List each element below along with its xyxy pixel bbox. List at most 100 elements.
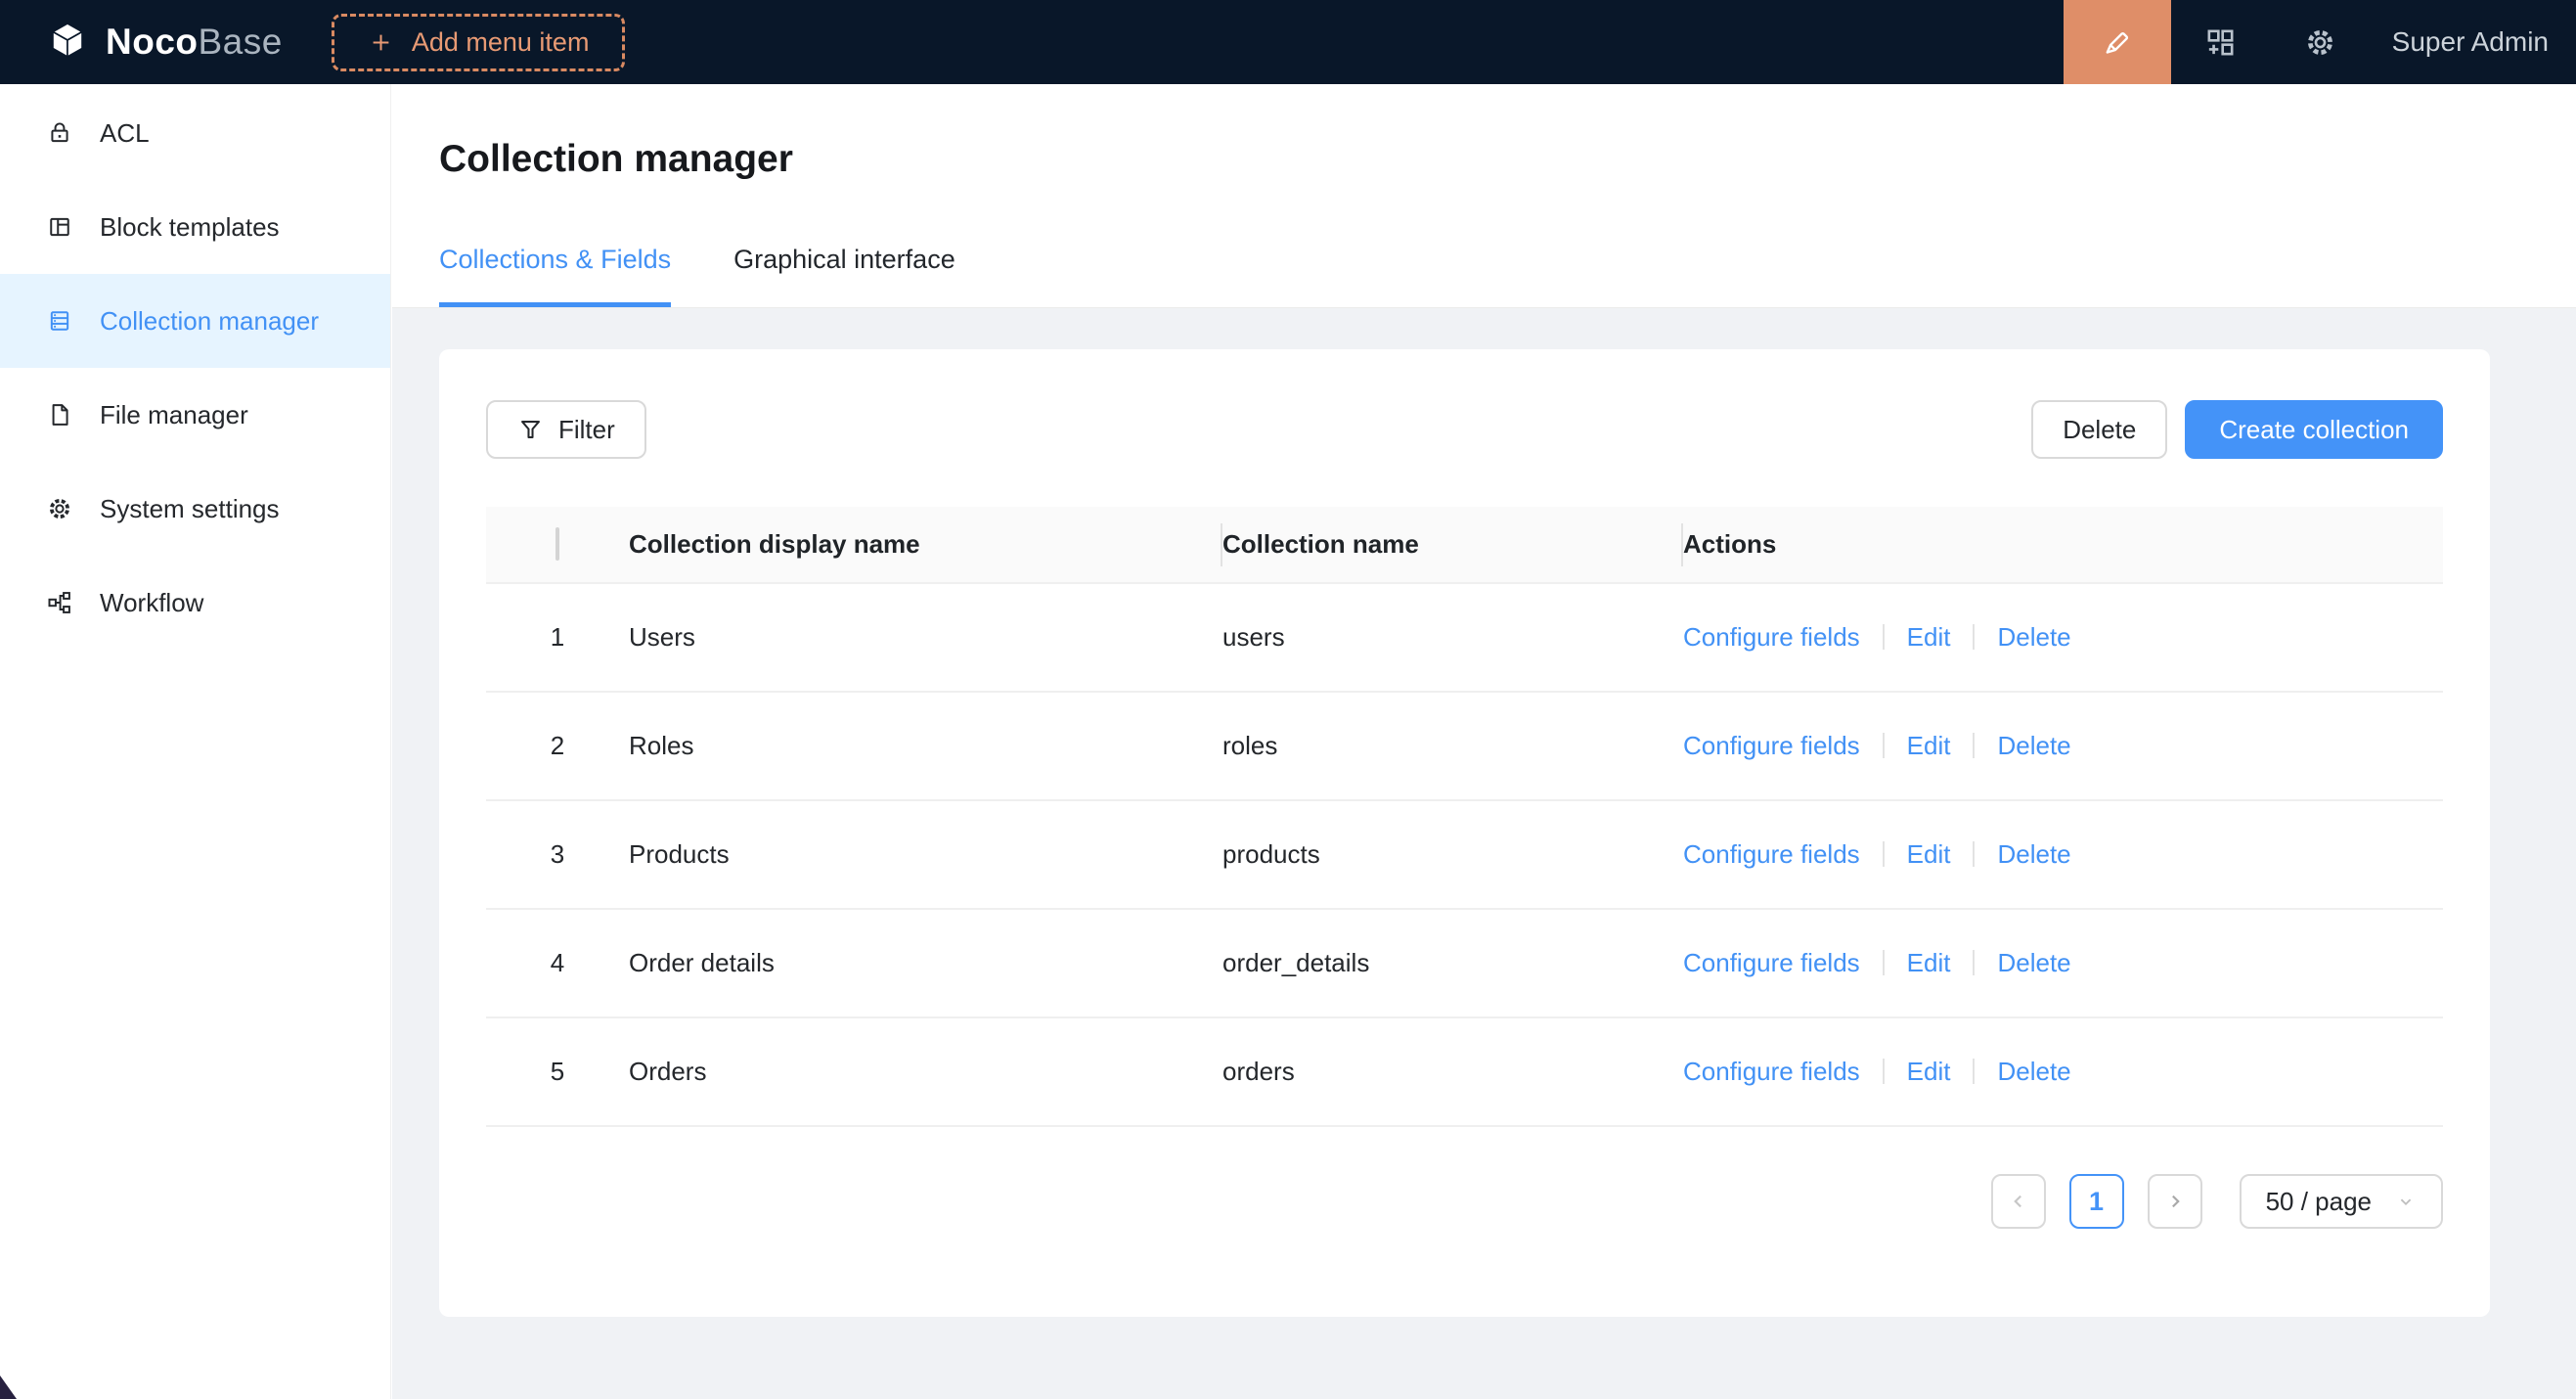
gear-icon xyxy=(46,495,73,522)
cell-actions: Configure fields Edit Delete xyxy=(1683,1017,2443,1126)
tab-graphical-interface[interactable]: Graphical interface xyxy=(733,243,955,307)
action-divider xyxy=(1973,733,1975,758)
sidebar-item-label: File manager xyxy=(100,400,248,430)
action-divider xyxy=(1973,624,1975,650)
gear-icon xyxy=(2303,25,2337,60)
toolbar-right: Delete Create collection xyxy=(2031,400,2443,459)
delete-link[interactable]: Delete xyxy=(1997,839,2070,869)
edit-link[interactable]: Edit xyxy=(1907,948,1951,977)
page-size-select[interactable]: 50 / page xyxy=(2240,1174,2443,1229)
delete-link[interactable]: Delete xyxy=(1997,731,2070,760)
page-header: Collection manager Collections & Fields … xyxy=(392,84,2576,308)
workflow-icon xyxy=(46,589,73,616)
cell-display-name: Users xyxy=(629,583,1222,692)
cell-display-name: Roles xyxy=(629,692,1222,800)
chevron-right-icon xyxy=(2162,1189,2188,1214)
cell-actions: Configure fields Edit Delete xyxy=(1683,583,2443,692)
edit-link[interactable]: Edit xyxy=(1907,1057,1951,1086)
add-menu-item-label: Add menu item xyxy=(412,27,590,58)
cell-collection-name: orders xyxy=(1222,1017,1683,1126)
next-page-button[interactable] xyxy=(2148,1174,2202,1229)
topbar: NocoBase Add menu item xyxy=(0,0,2576,84)
sidebar: ACL Block templates Collection manager F… xyxy=(0,84,391,1399)
table-row: 2 Roles roles Configure fieldsEditDelete xyxy=(486,692,2443,800)
sidebar-item-collection-manager[interactable]: Collection manager xyxy=(0,274,390,368)
sidebar-item-label: ACL xyxy=(100,118,150,149)
main-area: Collection manager Collections & Fields … xyxy=(392,84,2576,1399)
cell-collection-name: products xyxy=(1222,800,1683,909)
pagination: 1 50 / page xyxy=(486,1174,2443,1229)
table-row: 5 Orders orders Configure fields Edit Dele… xyxy=(486,1017,2443,1126)
blocks-add-icon xyxy=(2203,25,2238,60)
plugins-button[interactable] xyxy=(2171,0,2271,84)
action-divider xyxy=(1973,950,1975,975)
page-title: Collection manager xyxy=(439,137,2529,182)
filter-icon xyxy=(517,417,544,443)
user-menu[interactable]: Super Admin xyxy=(2392,26,2549,58)
nocobase-logo[interactable]: NocoBase xyxy=(0,20,283,65)
database-icon xyxy=(46,307,73,335)
cursor-artifact xyxy=(0,1376,17,1399)
topbar-actions: Super Admin xyxy=(2064,0,2576,84)
tab-collections-and-fields[interactable]: Collections & Fields xyxy=(439,243,671,307)
content-area: Filter Delete Create collection xyxy=(392,308,2576,1399)
sidebar-item-label: Collection manager xyxy=(100,306,319,337)
cell-display-name: Order details xyxy=(629,909,1222,1017)
collections-card: Filter Delete Create collection xyxy=(439,349,2490,1317)
row-index: 5 xyxy=(486,1017,629,1126)
cell-actions: Configure fields Edit Delete xyxy=(1683,800,2443,909)
configure-fields-link[interactable]: Configure fields xyxy=(1683,1057,1860,1086)
sidebar-item-workflow[interactable]: Workflow xyxy=(0,556,390,650)
delete-button[interactable]: Delete xyxy=(2031,400,2167,459)
cube-logo-icon xyxy=(45,20,90,65)
edit-link[interactable]: Edit xyxy=(1907,839,1951,869)
sidebar-item-label: Workflow xyxy=(100,588,203,618)
cell-collection-name: users xyxy=(1222,583,1683,692)
select-all-checkbox[interactable] xyxy=(555,527,559,561)
delete-link[interactable]: Delete xyxy=(1997,948,2070,977)
delete-link[interactable]: Delete xyxy=(1997,622,2070,652)
chevron-left-icon xyxy=(2006,1189,2031,1214)
collections-table: Collection display name Collection name … xyxy=(486,507,2443,1127)
sidebar-item-label: System settings xyxy=(100,494,280,524)
row-index: 2 xyxy=(486,692,629,800)
tab-label: Collections & Fields xyxy=(439,245,671,274)
chevron-down-icon xyxy=(2395,1191,2417,1212)
action-divider xyxy=(1973,841,1975,867)
sidebar-item-block-templates[interactable]: Block templates xyxy=(0,180,390,274)
configure-fields-link[interactable]: Configure fields xyxy=(1683,622,1860,652)
cell-actions: Configure fields Edit Delete xyxy=(1683,692,2443,800)
add-menu-item-button[interactable]: Add menu item xyxy=(332,14,626,71)
action-divider xyxy=(1883,733,1885,758)
table-row: 1 Users users Configure fields Edit Delete xyxy=(486,583,2443,692)
page-number-button[interactable]: 1 xyxy=(2069,1174,2124,1229)
cell-display-name: Products xyxy=(629,800,1222,909)
header-checkbox-cell xyxy=(486,507,629,583)
card-toolbar: Filter Delete Create collection xyxy=(486,349,2443,459)
delete-link[interactable]: Delete xyxy=(1997,1057,2070,1086)
logo-base: Base xyxy=(199,22,283,62)
configure-fields-link[interactable]: Configure fields xyxy=(1683,839,1860,869)
table-row: 4 Order details order_details Configure … xyxy=(486,909,2443,1017)
create-collection-button[interactable]: Create collection xyxy=(2185,400,2443,459)
sidebar-item-system-settings[interactable]: System settings xyxy=(0,462,390,556)
ui-editor-button[interactable] xyxy=(2064,0,2171,84)
edit-link[interactable]: Edit xyxy=(1907,622,1951,652)
action-divider xyxy=(1973,1059,1975,1084)
configure-fields-link[interactable]: Configure fields xyxy=(1683,948,1860,977)
sidebar-item-file-manager[interactable]: File manager xyxy=(0,368,390,462)
action-divider xyxy=(1883,841,1885,867)
row-index: 4 xyxy=(486,909,629,1017)
cell-display-name: Orders xyxy=(629,1017,1222,1126)
highlighter-icon xyxy=(2100,24,2135,60)
row-index: 1 xyxy=(486,583,629,692)
layout-icon xyxy=(46,213,73,241)
settings-button[interactable] xyxy=(2271,0,2371,84)
previous-page-button[interactable] xyxy=(1991,1174,2046,1229)
configure-fields-link[interactable]: Configure fields xyxy=(1683,731,1860,760)
filter-button[interactable]: Filter xyxy=(486,400,646,459)
edit-link[interactable]: Edit xyxy=(1907,731,1951,760)
file-icon xyxy=(46,401,73,429)
tab-label: Graphical interface xyxy=(733,245,955,274)
sidebar-item-acl[interactable]: ACL xyxy=(0,86,390,180)
